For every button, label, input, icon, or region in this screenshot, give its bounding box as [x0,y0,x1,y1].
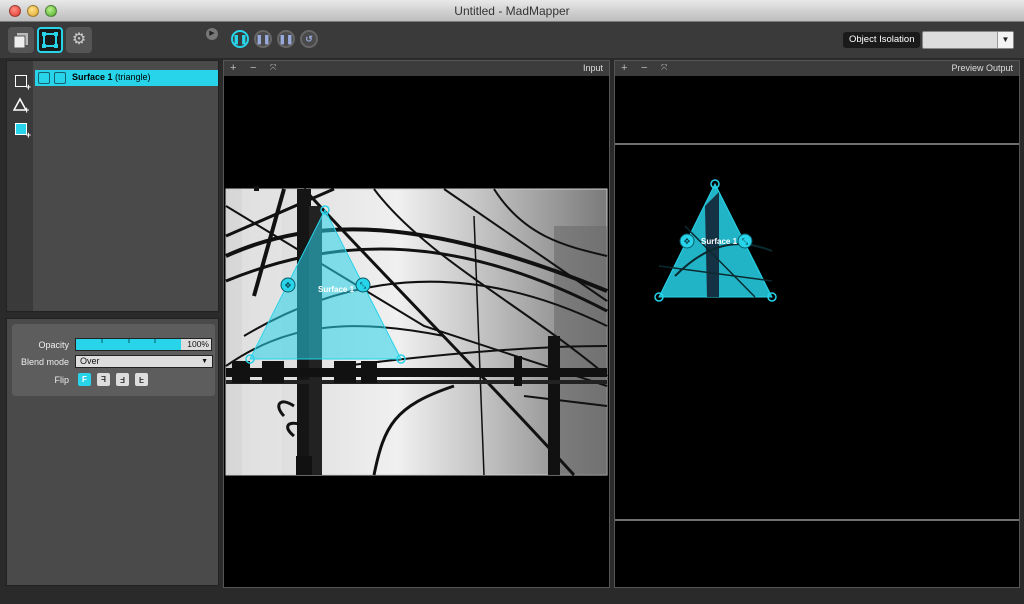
isolation-select[interactable]: ▼ [922,31,1014,49]
input-view-title: Input [582,63,603,73]
svg-text:+: + [24,105,29,113]
add-triangle-button[interactable]: + [13,97,29,113]
surface-lock-checkbox[interactable] [54,72,66,84]
add-mask-button[interactable]: + [13,121,31,140]
surface-label: Surface 1 (triangle) [72,72,151,82]
opacity-slider[interactable]: 100% [75,338,212,351]
flip-both-button[interactable]: F [116,373,129,386]
fit-view-icon[interactable]: ⤧ [270,62,276,74]
tab-surfaces[interactable] [37,27,63,53]
flip-none-button[interactable]: F [78,373,91,386]
expand-panel-icon[interactable]: ▶ [206,28,218,40]
step-button[interactable]: ❚❚ [277,30,295,48]
surface-tools: + + + [7,61,33,311]
settings-icon: ⚙ [71,31,87,48]
surfaces-icon [42,32,58,48]
add-triangle-icon: + [13,97,29,113]
flip-vertical-button[interactable]: F [135,373,148,386]
title-bar: Untitled - MadMapper [0,0,1024,22]
properties-panel: Opacity 100% Blend mode Over ▼ Flip F F … [6,318,219,586]
svg-text:✥: ✥ [684,237,691,246]
blend-mode-label: Blend mode [20,357,69,367]
pause-button[interactable]: ❚❚ [254,30,272,48]
pause-all-button[interactable]: ❚❚ [231,30,249,48]
input-surface-label: Surface 1 [318,285,355,294]
window-title: Untitled - MadMapper [454,4,570,18]
zoom-in-icon[interactable]: + [621,62,627,74]
tab-settings[interactable]: ⚙ [66,27,92,53]
fit-view-icon[interactable]: ⤧ [661,62,667,74]
chevron-down-icon[interactable]: ▼ [997,32,1013,48]
svg-text:✥: ✥ [285,281,292,290]
status-bar [0,588,1024,604]
svg-text:⤡: ⤡ [742,237,749,246]
svg-text:⤡: ⤡ [360,281,367,290]
object-isolation-button[interactable]: Object Isolation [843,32,921,48]
input-view[interactable]: + − ⤧ Input ✥ ⤡ Surface 1 [223,60,610,588]
media-icon [13,33,28,49]
surface-type: (triangle) [115,72,151,82]
output-surface-label: Surface 1 [701,237,738,246]
add-quad-icon: + [15,75,31,92]
blend-mode-select[interactable]: Over ▼ [75,355,213,368]
input-view-header: + − ⤧ Input [224,61,609,76]
flip-label: Flip [54,375,69,385]
tab-media[interactable] [8,27,34,53]
input-canvas[interactable]: ✥ ⤡ Surface 1 [224,76,609,587]
add-mask-icon: + [15,123,31,140]
toolbar: ⚙ ▶ ❚❚ ❚❚ ❚❚ ↺ Object Isolation ▼ [0,22,1024,58]
output-view-title: Preview Output [951,63,1013,73]
opacity-label: Opacity [38,340,69,350]
opacity-value[interactable]: 100% [181,339,211,350]
add-quad-button[interactable]: + [13,73,31,92]
zoom-in-icon[interactable]: + [230,62,236,74]
list-item-surface-1[interactable]: Surface 1 (triangle) [35,70,218,86]
surface-properties: Opacity 100% Blend mode Over ▼ Flip F F … [12,324,215,396]
preview-output-view[interactable]: + − ⤧ Preview Output ✥ ⤡ Surface 1 [614,60,1020,588]
chevron-down-icon: ▼ [201,358,208,365]
zoom-out-icon[interactable]: − [250,62,256,74]
surface-visible-checkbox[interactable] [38,72,50,84]
flip-horizontal-button[interactable]: F [97,373,110,386]
output-canvas[interactable]: ✥ ⤡ Surface 1 [615,76,1019,587]
surface-name: Surface 1 [72,72,113,82]
surfaces-panel: + + + Surface 1 (triangle) [6,60,219,312]
zoom-out-icon[interactable]: − [641,62,647,74]
blend-mode-value: Over [80,356,100,366]
opacity-ticks [101,339,156,343]
rewind-button[interactable]: ↺ [300,30,318,48]
output-view-header: + − ⤧ Preview Output [615,61,1019,76]
